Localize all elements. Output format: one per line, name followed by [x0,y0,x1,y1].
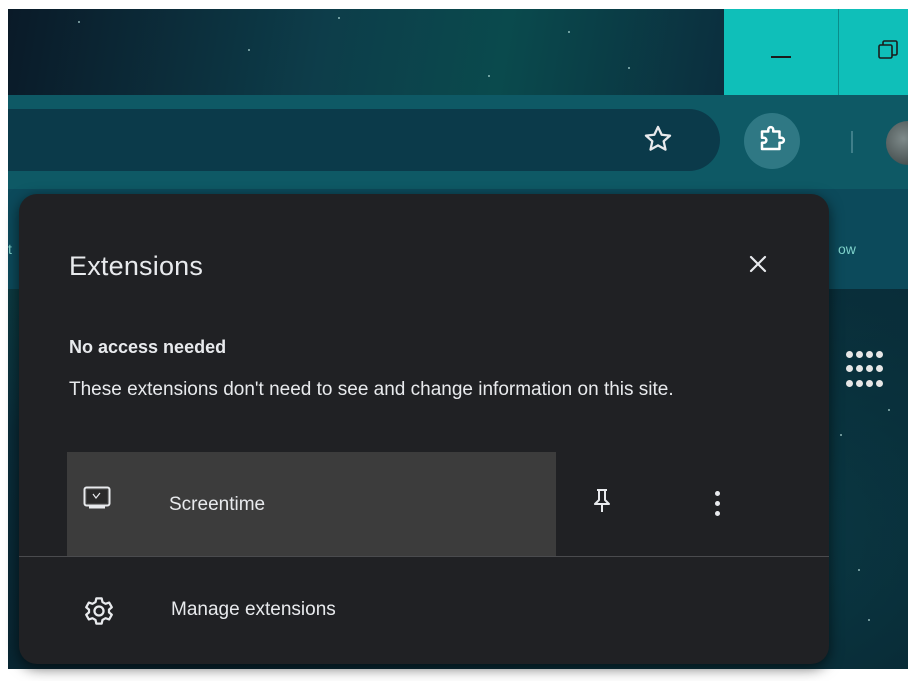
section-description: These extensions don't need to see and c… [69,379,674,400]
restore-button[interactable] [839,9,908,95]
more-vert-icon [714,490,720,496]
section-heading: No access needed [69,337,227,357]
screentime-icon [83,486,111,510]
apps-grid-icon[interactable] [846,351,886,391]
pin-button[interactable] [587,486,617,520]
puzzle-icon [757,124,787,159]
bookmark-star-button[interactable] [636,119,680,163]
toolbar-divider [851,131,853,153]
extensions-button[interactable] [744,113,800,169]
popup-title: Extensions [69,251,204,281]
manage-extensions-label[interactable]: Manage extensions [171,599,336,621]
restore-icon [877,39,899,66]
minimize-icon [771,40,791,64]
pin-icon [592,488,612,519]
address-bar[interactable] [8,109,720,171]
minimize-button[interactable] [724,9,838,95]
gear-icon [83,595,115,627]
extension-name[interactable]: Screentime [169,494,265,516]
star-icon [641,122,675,161]
extensions-popup: Extensions No access needed These extens… [19,194,829,664]
manage-extensions-row[interactable] [19,557,829,664]
more-vert-dot [714,500,720,506]
bookmark-partial-left[interactable]: t [8,241,12,257]
more-vert-dot [714,510,720,516]
extension-row-screentime[interactable] [67,452,556,556]
bookmark-partial-right[interactable]: ow [838,241,856,257]
close-icon [747,252,769,282]
more-options-button[interactable] [705,486,729,520]
close-button[interactable] [741,250,775,284]
